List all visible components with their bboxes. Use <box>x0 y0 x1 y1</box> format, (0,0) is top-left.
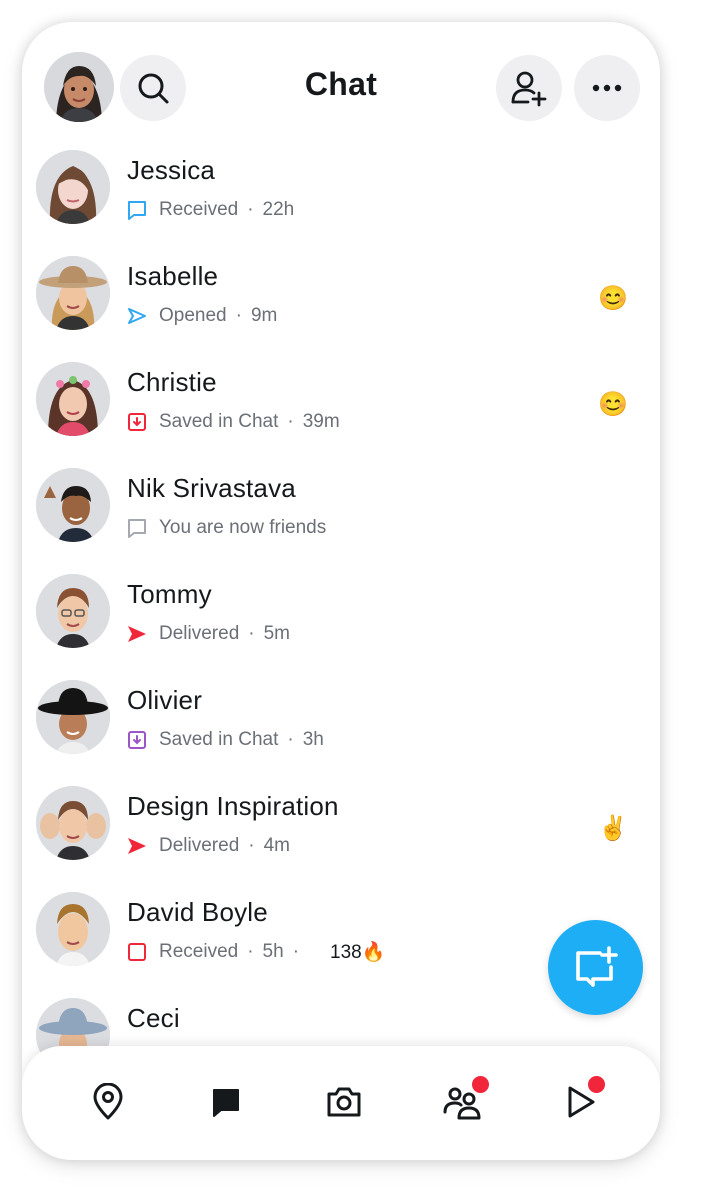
map-icon <box>93 1083 123 1120</box>
contact-name: David Boyle <box>127 897 268 927</box>
opened-arrow-icon <box>127 306 147 326</box>
add-friend-icon <box>511 71 547 107</box>
streak-count: 138🔥 <box>330 942 386 963</box>
received-chat-icon <box>127 200 147 220</box>
avatar[interactable] <box>36 892 110 966</box>
contact-name: Isabelle <box>127 261 219 291</box>
saved-in-chat-icon <box>127 730 147 750</box>
delivered-arrow-icon <box>127 836 147 856</box>
status-text: Delivered <box>159 623 240 644</box>
notification-badge <box>470 1074 491 1095</box>
status-text: Received <box>159 199 239 220</box>
contact-name: Design Inspiration <box>127 791 339 821</box>
avatar[interactable] <box>36 256 110 330</box>
separator-dot: · <box>247 941 254 962</box>
friend-emoji: ✌️ <box>598 815 628 842</box>
status-text: Received <box>159 941 239 962</box>
separator-dot: · <box>287 729 294 750</box>
received-snap-icon <box>127 942 147 962</box>
nav-spotlight[interactable] <box>560 1074 607 1122</box>
avatar[interactable] <box>36 574 110 648</box>
status-time: 5h <box>262 941 284 962</box>
chat-status: Saved in Chat · 3h <box>127 728 324 752</box>
chat-row[interactable]: Olivier Saved in Chat · 3h <box>22 670 660 775</box>
add-friend-button[interactable] <box>496 55 562 121</box>
status-time: 5m <box>263 623 290 644</box>
chat-row[interactable]: Tommy Delivered · 5m <box>22 564 660 669</box>
saved-in-chat-icon <box>127 412 147 432</box>
contact-name: Olivier <box>127 685 203 715</box>
contact-name: Christie <box>127 367 217 397</box>
status-time: 3h <box>302 729 324 750</box>
page-title: Chat <box>304 66 378 102</box>
separator-dot: · <box>292 941 300 962</box>
chat-screen: Chat Jessica Received · 22h Isabelle Ope… <box>22 22 660 1160</box>
chat-icon <box>213 1089 239 1117</box>
separator-dot: · <box>235 305 242 326</box>
nav-camera[interactable] <box>324 1082 364 1122</box>
chat-status: Delivered · 5m <box>127 622 290 646</box>
nav-stories[interactable] <box>442 1074 491 1122</box>
chat-status: Received · 5h · 138🔥 <box>127 940 385 964</box>
delivered-arrow-icon <box>127 624 147 644</box>
chat-row[interactable]: Design Inspiration Delivered · 4m ✌️ <box>22 776 660 881</box>
status-text: Saved in Chat <box>159 729 279 750</box>
separator-dot: · <box>248 623 255 644</box>
contact-name: Jessica <box>127 155 216 185</box>
chat-status: Received · 22h <box>127 198 294 222</box>
chat-row[interactable]: Jessica Received · 22h <box>22 140 660 245</box>
chat-row[interactable]: Isabelle Opened · 9m 😊 <box>22 246 660 351</box>
new-chat-button[interactable] <box>548 920 643 1015</box>
chat-status: Delivered · 4m <box>127 834 290 858</box>
chat-status: Saved in Chat · 39m <box>127 410 340 434</box>
separator-dot: · <box>287 411 294 432</box>
status-text: Saved in Chat <box>159 411 279 432</box>
bottom-navigation <box>22 1046 660 1160</box>
more-icon <box>592 84 622 92</box>
status-time: 39m <box>302 411 340 432</box>
separator-dot: · <box>247 199 254 220</box>
status-text: Delivered <box>159 835 240 856</box>
new-chat-icon <box>575 945 618 987</box>
status-time: 22h <box>262 199 295 220</box>
chat-row[interactable]: Christie Saved in Chat · 39m 😊 <box>22 352 660 457</box>
contact-name: Ceci <box>127 1003 180 1033</box>
chat-row[interactable]: Nik Srivastava You are now friends <box>22 458 660 563</box>
friend-emoji: 😊 <box>598 391 628 418</box>
camera-icon <box>327 1087 361 1117</box>
nav-chat[interactable] <box>206 1082 246 1122</box>
status-time: 4m <box>263 835 290 856</box>
avatar[interactable] <box>36 680 110 754</box>
avatar[interactable] <box>36 150 110 224</box>
more-options-button[interactable] <box>574 55 640 121</box>
contact-name: Tommy <box>127 579 212 609</box>
status-text: Opened <box>159 305 227 326</box>
status-text: You are now friends <box>159 517 327 538</box>
chat-status: Opened · 9m <box>127 304 277 328</box>
avatar[interactable] <box>36 468 110 542</box>
status-time: 9m <box>250 305 278 326</box>
friend-emoji: 😊 <box>598 285 628 312</box>
notification-badge <box>586 1074 607 1095</box>
new-friend-chat-icon <box>127 518 147 538</box>
nav-map[interactable] <box>88 1082 128 1122</box>
contact-name: Nik Srivastava <box>127 473 296 503</box>
chat-status: You are now friends <box>127 516 326 540</box>
separator-dot: · <box>248 835 255 856</box>
avatar[interactable] <box>36 362 110 436</box>
group-avatar[interactable] <box>36 786 110 860</box>
